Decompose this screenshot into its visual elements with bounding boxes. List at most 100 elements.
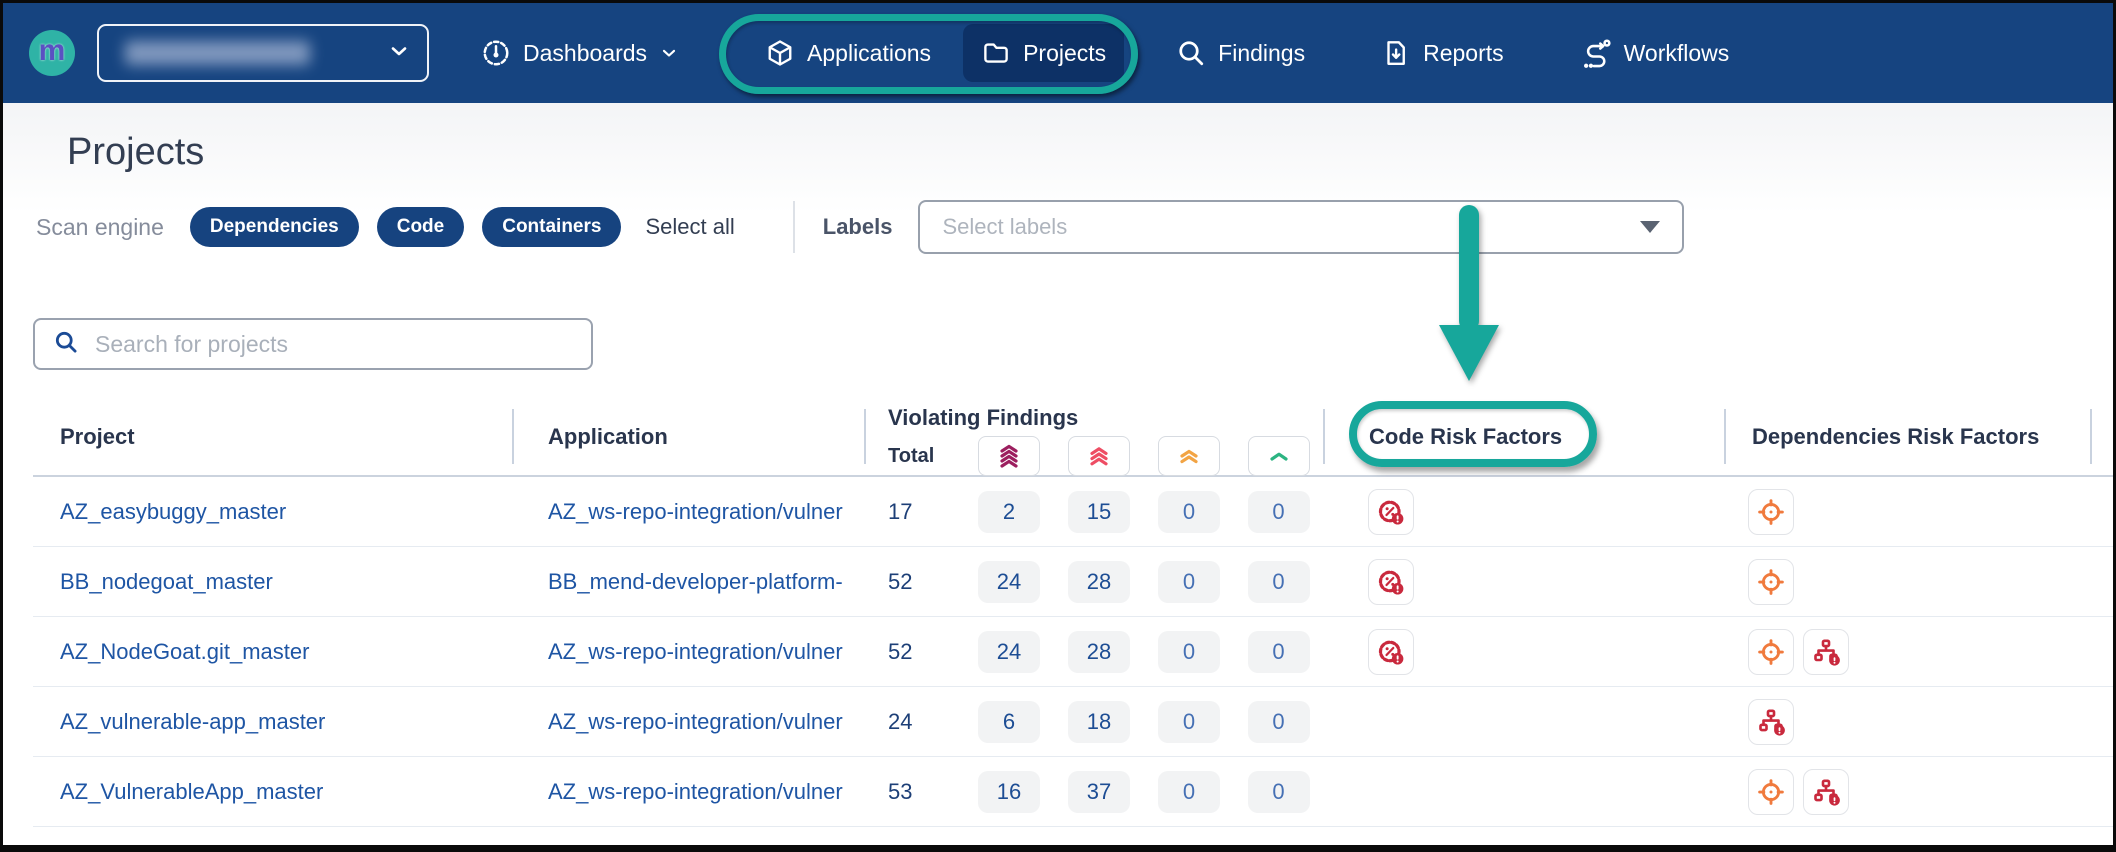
nav-applications-projects-group: Applications Projects [747, 24, 1124, 82]
table-row: BB_nodegoat_master BB_mend-developer-pla… [33, 547, 2113, 617]
low-count[interactable]: 0 [1248, 631, 1310, 673]
nav-findings[interactable]: Findings [1158, 24, 1323, 82]
dependency-tree-alert-icon[interactable] [1803, 769, 1849, 815]
high-count[interactable]: 15 [1068, 491, 1130, 533]
high-count[interactable]: 28 [1068, 631, 1130, 673]
nav-projects[interactable]: Projects [963, 24, 1124, 82]
report-icon [1381, 38, 1411, 68]
code-risk-badge-alert-icon[interactable] [1368, 489, 1414, 535]
project-link[interactable]: AZ_VulnerableApp_master [33, 779, 512, 805]
nav-reports[interactable]: Reports [1363, 24, 1522, 82]
chip-code[interactable]: Code [377, 207, 465, 247]
project-link[interactable]: AZ_vulnerable-app_master [33, 709, 512, 735]
dependency-tree-alert-icon[interactable] [1748, 699, 1794, 745]
table-row: AZ_NodeGoat.git_master AZ_ws-repo-integr… [33, 617, 2113, 687]
total-count: 53 [864, 779, 964, 805]
application-link[interactable]: AZ_ws-repo-integration/vulner [512, 499, 864, 525]
critical-count[interactable]: 24 [978, 561, 1040, 603]
critical-count[interactable]: 24 [978, 631, 1040, 673]
chevron-down-icon [659, 43, 679, 63]
medium-count[interactable]: 0 [1158, 631, 1220, 673]
chip-containers[interactable]: Containers [482, 207, 621, 247]
violating-findings-label: Violating Findings [864, 405, 1323, 431]
critical-severity-filter-button[interactable] [978, 436, 1040, 476]
project-link[interactable]: AZ_easybuggy_master [33, 499, 512, 525]
nav-workflows[interactable]: Workflows [1562, 23, 1748, 83]
code-risk-badge-alert-icon[interactable] [1368, 629, 1414, 675]
caret-down-icon [1640, 221, 1660, 233]
search-icon [53, 329, 79, 360]
nav-dashboards[interactable]: Dashboards [463, 24, 697, 82]
total-count: 52 [864, 569, 964, 595]
total-count: 17 [864, 499, 964, 525]
column-header-application[interactable]: Application [512, 397, 864, 476]
medium-count[interactable]: 0 [1158, 491, 1220, 533]
low-count[interactable]: 0 [1248, 491, 1310, 533]
total-count: 24 [864, 709, 964, 735]
high-count[interactable]: 18 [1068, 701, 1130, 743]
folder-icon [981, 38, 1011, 68]
nav-applications[interactable]: Applications [747, 24, 949, 82]
divider [793, 201, 795, 253]
code-risk-badge-alert-icon[interactable] [1368, 559, 1414, 605]
application-link[interactable]: BB_mend-developer-platform- [512, 569, 864, 595]
application-link[interactable]: AZ_ws-repo-integration/vulner [512, 639, 864, 665]
application-link[interactable]: AZ_ws-repo-integration/vulner [512, 779, 864, 805]
low-count[interactable]: 0 [1248, 561, 1310, 603]
content-area: Projects Scan engine Dependencies Code C… [3, 103, 2113, 845]
nav-workflows-label: Workflows [1624, 40, 1730, 67]
medium-count[interactable]: 0 [1158, 771, 1220, 813]
critical-count[interactable]: 16 [978, 771, 1040, 813]
nav-applications-label: Applications [807, 40, 931, 67]
cube-icon [765, 38, 795, 68]
column-header-dependencies-risk-factors[interactable]: Dependencies Risk Factors [1724, 397, 2108, 476]
gauge-icon [481, 38, 511, 68]
application-link[interactable]: AZ_ws-repo-integration/vulner [512, 709, 864, 735]
high-count[interactable]: 37 [1068, 771, 1130, 813]
project-link[interactable]: AZ_NodeGoat.git_master [33, 639, 512, 665]
select-all-link[interactable]: Select all [645, 214, 734, 240]
table-header: Project Application Violating Findings T… [33, 397, 2113, 477]
low-severity-filter-button[interactable] [1248, 436, 1310, 476]
reachability-target-icon[interactable] [1748, 559, 1794, 605]
nav-findings-label: Findings [1218, 40, 1305, 67]
scan-engine-label: Scan engine [36, 214, 164, 241]
project-link[interactable]: BB_nodegoat_master [33, 569, 512, 595]
nav-dashboards-label: Dashboards [523, 40, 647, 67]
medium-severity-filter-button[interactable] [1158, 436, 1220, 476]
high-count[interactable]: 28 [1068, 561, 1130, 603]
chip-dependencies[interactable]: Dependencies [190, 207, 359, 247]
table-body: AZ_easybuggy_master AZ_ws-repo-integrati… [33, 477, 2113, 827]
chevron-down-icon [387, 39, 411, 68]
medium-count[interactable]: 0 [1158, 561, 1220, 603]
table-row: AZ_easybuggy_master AZ_ws-repo-integrati… [33, 477, 2113, 547]
labels-label: Labels [823, 214, 893, 240]
page-title: Projects [3, 103, 2113, 174]
reachability-target-icon[interactable] [1748, 769, 1794, 815]
medium-count[interactable]: 0 [1158, 701, 1220, 743]
org-selector[interactable] [97, 24, 429, 82]
filter-bar: Scan engine Dependencies Code Containers… [36, 200, 2113, 254]
critical-count[interactable]: 2 [978, 491, 1040, 533]
low-count[interactable]: 0 [1248, 771, 1310, 813]
total-count: 52 [864, 639, 964, 665]
reachability-target-icon[interactable] [1748, 629, 1794, 675]
column-header-project[interactable]: Project [33, 397, 512, 476]
mend-logo-icon[interactable]: m [29, 30, 75, 76]
column-header-code-risk-factors[interactable]: Code Risk Factors [1323, 397, 1724, 476]
table-row: AZ_VulnerableApp_master AZ_ws-repo-integ… [33, 757, 2113, 827]
workflow-icon [1580, 37, 1612, 69]
critical-count[interactable]: 6 [978, 701, 1040, 743]
search-input[interactable] [95, 331, 525, 358]
severity-header-row: Total [864, 436, 1323, 476]
dependency-tree-alert-icon[interactable] [1803, 629, 1849, 675]
reachability-target-icon[interactable] [1748, 489, 1794, 535]
app-window: m Dashboards [0, 0, 2116, 852]
org-name-redacted [125, 41, 310, 65]
low-count[interactable]: 0 [1248, 701, 1310, 743]
high-severity-filter-button[interactable] [1068, 436, 1130, 476]
column-group-violating-findings: Violating Findings Total [864, 397, 1323, 476]
labels-select[interactable]: Select labels [918, 200, 1684, 254]
total-column-label: Total [864, 445, 964, 468]
projects-table: Project Application Violating Findings T… [33, 397, 2113, 827]
